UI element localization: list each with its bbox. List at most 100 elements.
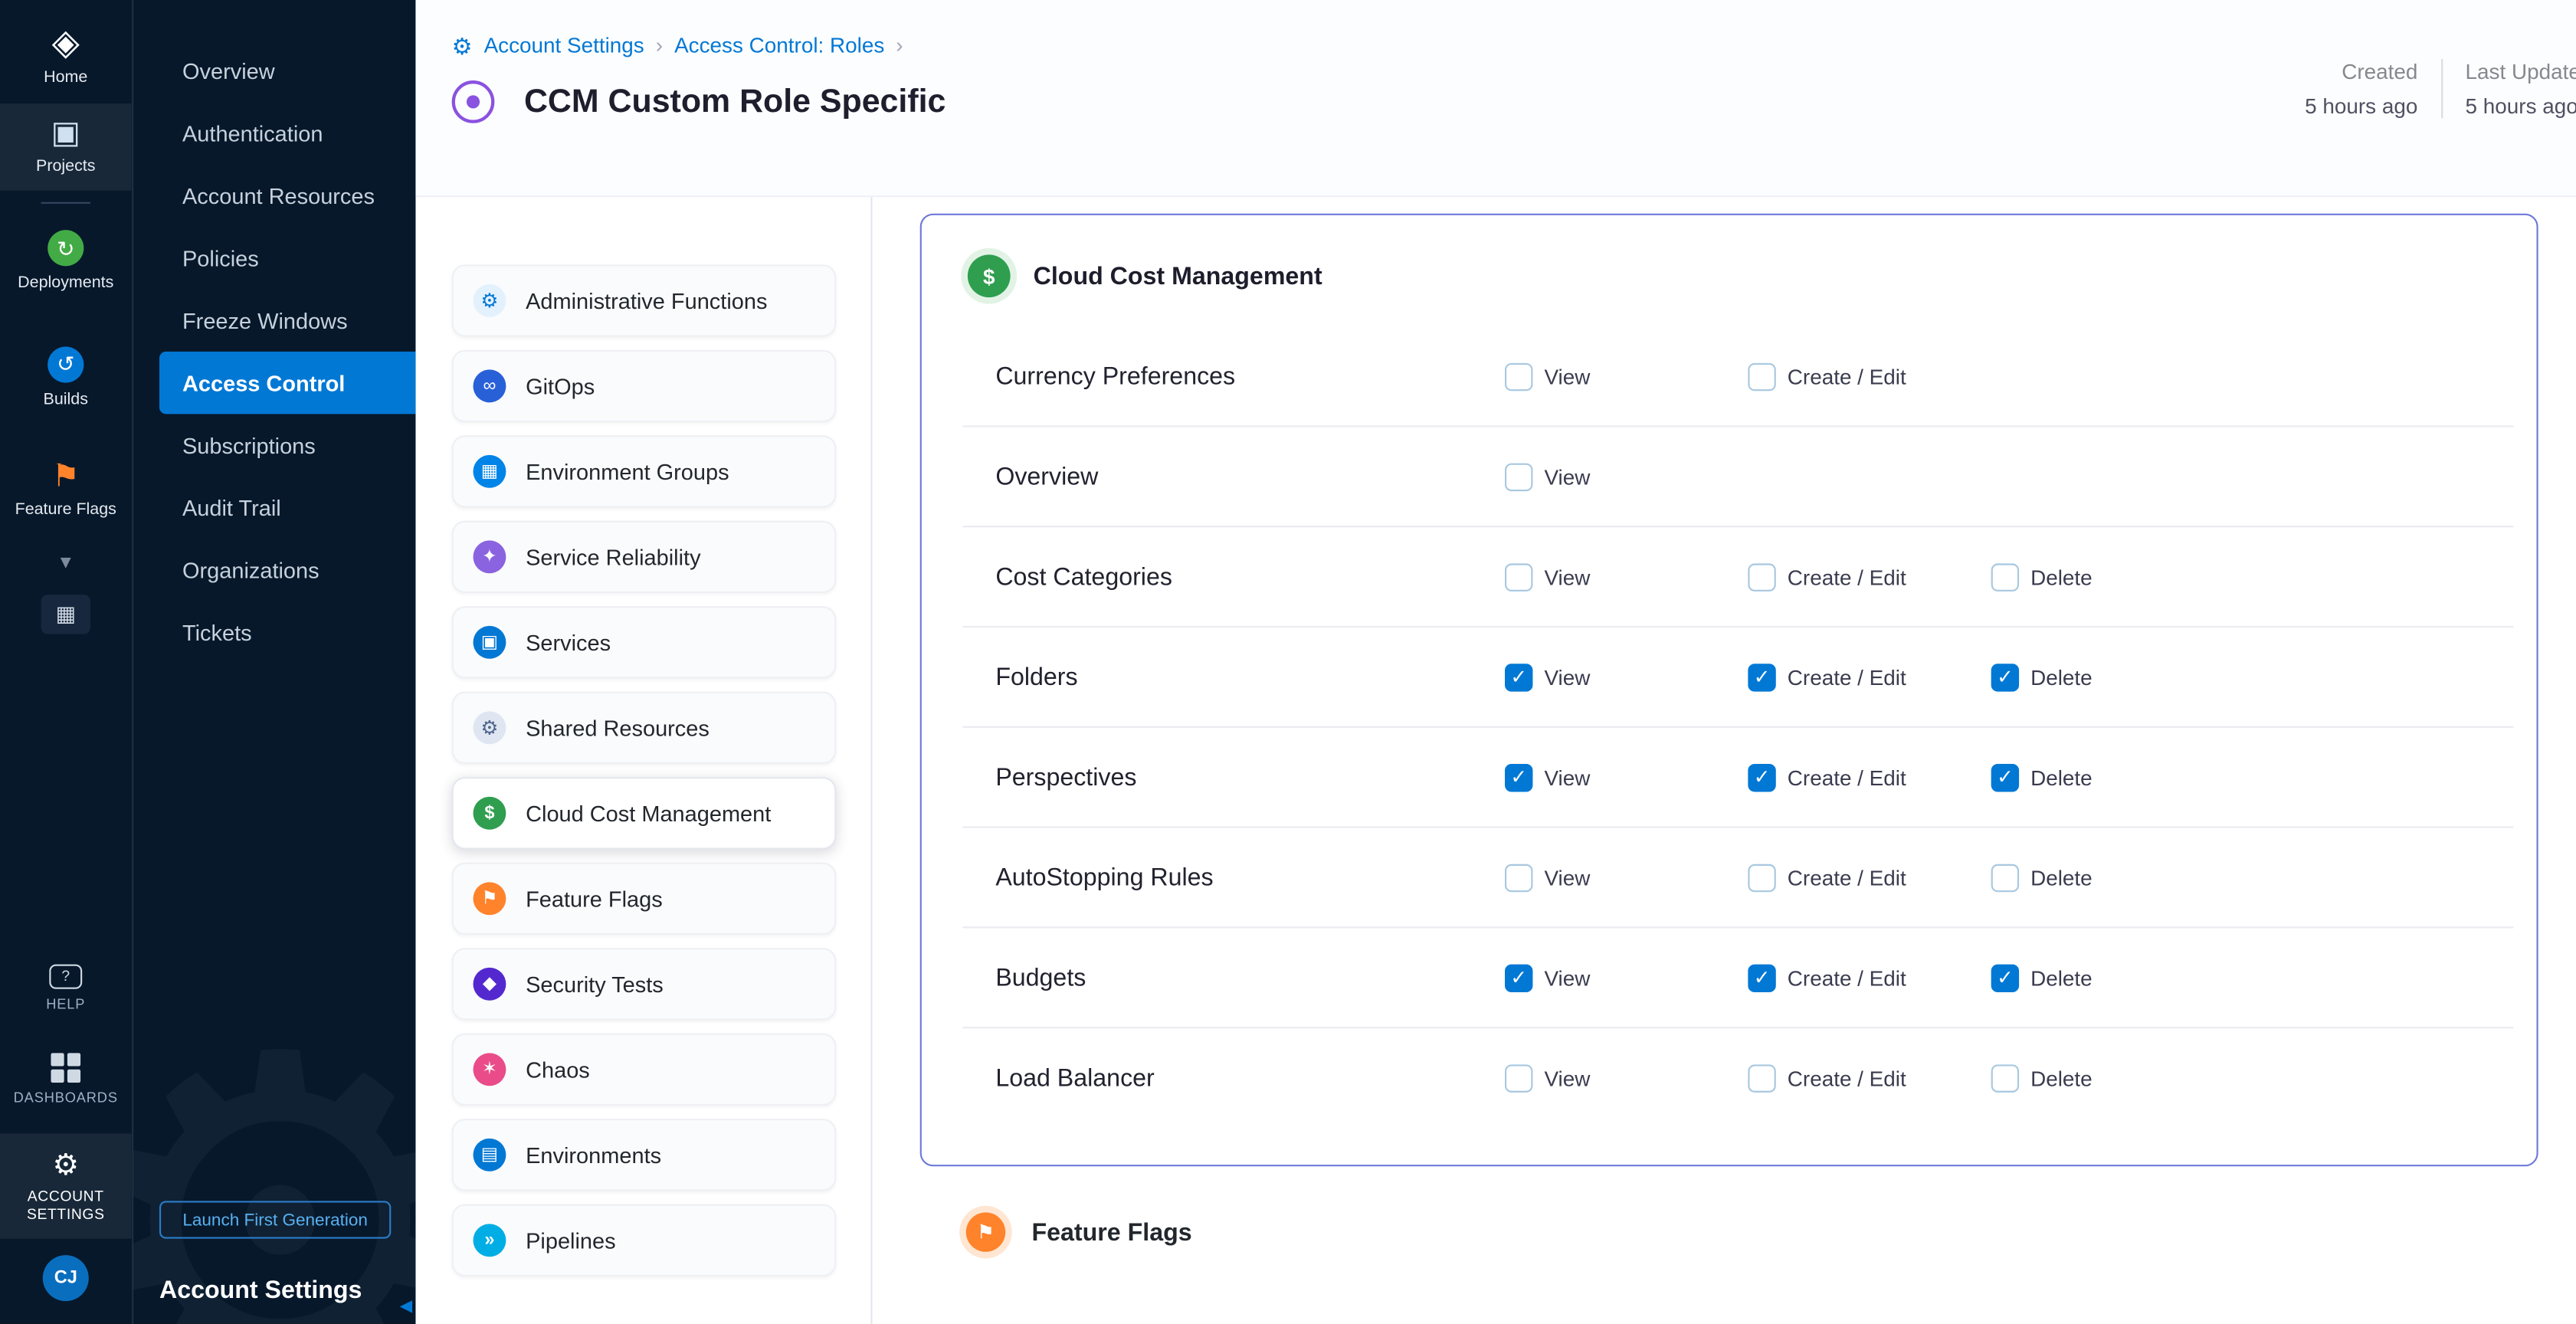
resource-label: Chaos	[526, 1057, 590, 1082]
delete-checkbox[interactable]	[1991, 964, 2019, 991]
deployments-icon: ↻	[48, 230, 84, 266]
resource-label: GitOps	[526, 374, 595, 398]
resource-card-environments[interactable]: ▤ Environments	[452, 1119, 837, 1191]
nav-feature-flags[interactable]: ⚑ Feature Flags	[0, 447, 132, 535]
delete-checkbox[interactable]	[1991, 763, 2019, 791]
delete-checkbox[interactable]	[1991, 1064, 2019, 1092]
create-edit-checkbox[interactable]	[1748, 362, 1775, 390]
checkbox-label: Delete	[2030, 865, 2093, 890]
permission-cell: Create / Edit	[1748, 864, 1991, 891]
main-content: ⚙ Account Settings › Access Control: Rol…	[415, 0, 2575, 1324]
feature-flags-icon: ⚑	[966, 1212, 1005, 1251]
resource-card-service-reliability[interactable]: ✦ Service Reliability	[452, 521, 837, 593]
delete-checkbox[interactable]	[1991, 562, 2019, 590]
card-title: Cloud Cost Management	[1034, 262, 1322, 290]
delete-checkbox[interactable]	[1991, 663, 2019, 690]
nav-builds[interactable]: ↺ Builds	[0, 331, 132, 424]
nav-deployments[interactable]: ↻ Deployments	[0, 215, 132, 308]
created-block: Created 5 hours ago	[2305, 59, 2417, 118]
resource-card-services[interactable]: ▣ Services	[452, 606, 837, 678]
module-nav-rail: ◈ Home ▣ Projects ↻ Deployments ↺ Builds…	[0, 0, 133, 1324]
view-checkbox[interactable]	[1505, 964, 1532, 991]
user-avatar[interactable]: CJ	[43, 1255, 89, 1301]
environment-groups-icon: ▦	[474, 455, 506, 488]
resource-label: Administrative Functions	[526, 288, 767, 313]
resource-card-chaos[interactable]: ✶ Chaos	[452, 1034, 837, 1106]
checkbox-label: View	[1544, 965, 1590, 990]
settings-menu: Overview Authentication Account Resource…	[133, 0, 416, 664]
resource-card-cloud-cost-management[interactable]: $ Cloud Cost Management	[452, 777, 837, 849]
created-value: 5 hours ago	[2305, 93, 2417, 118]
page-header: ⚙ Account Settings › Access Control: Rol…	[415, 0, 2575, 197]
sidebar-item-policies[interactable]: Policies	[159, 227, 415, 289]
view-checkbox[interactable]	[1505, 763, 1532, 791]
last-updated-block: Last Updated 5 hours ago	[2466, 59, 2576, 118]
title-row: CCM Custom Role Specific	[452, 80, 2576, 123]
view-checkbox[interactable]	[1505, 663, 1532, 690]
checkbox-label: Delete	[2030, 1067, 2093, 1091]
create-edit-checkbox[interactable]	[1748, 1064, 1775, 1092]
sidebar-item-tickets[interactable]: Tickets	[159, 601, 415, 664]
breadcrumb-roles-link[interactable]: Access Control: Roles	[674, 33, 884, 57]
launch-first-generation-button[interactable]: Launch First Generation	[159, 1201, 391, 1238]
checkbox-label: View	[1544, 564, 1590, 588]
nav-feature-flags-label: Feature Flags	[15, 501, 116, 520]
permission-resource-label: Load Balancer	[995, 1064, 1505, 1092]
permission-cell: Create / Edit	[1748, 362, 1991, 390]
checkbox-label: Create / Edit	[1788, 1067, 1906, 1091]
sidebar-item-organizations[interactable]: Organizations	[159, 539, 415, 601]
breadcrumb-separator-icon: ›	[896, 33, 903, 57]
nav-account-settings[interactable]: ⚙ ACCOUNT SETTINGS	[0, 1134, 132, 1239]
view-checkbox[interactable]	[1505, 362, 1532, 390]
chaos-icon: ✶	[474, 1053, 506, 1086]
resource-label: Pipelines	[526, 1228, 615, 1253]
nav-dashboards[interactable]: DASHBOARDS	[0, 1037, 132, 1121]
resource-card-feature-flags[interactable]: ⚑ Feature Flags	[452, 863, 837, 935]
delete-checkbox[interactable]	[1991, 864, 2019, 891]
view-checkbox[interactable]	[1505, 562, 1532, 590]
sidebar-item-overview[interactable]: Overview	[159, 39, 415, 101]
nav-help[interactable]: ? HELP	[0, 949, 132, 1027]
resource-card-environment-groups[interactable]: ▦ Environment Groups	[452, 435, 837, 507]
dashboards-icon	[51, 1052, 80, 1082]
create-edit-checkbox[interactable]	[1748, 663, 1775, 690]
nav-deployments-label: Deployments	[18, 274, 113, 293]
cloud-cost-management-permissions-card: $ Cloud Cost Management Currency Prefere…	[920, 214, 2538, 1167]
resource-card-gitops[interactable]: ∞ GitOps	[452, 350, 837, 422]
module-grid-icon[interactable]: ▦	[41, 594, 90, 633]
permission-cell: Create / Edit	[1748, 763, 1991, 791]
nav-home[interactable]: ◈ Home	[0, 10, 132, 103]
sidebar-item-audit-trail[interactable]: Audit Trail	[159, 477, 415, 539]
resource-card-pipelines[interactable]: » Pipelines	[452, 1204, 837, 1276]
view-checkbox[interactable]	[1505, 864, 1532, 891]
resource-card-administrative-functions[interactable]: ⚙ Administrative Functions	[452, 264, 837, 336]
collapse-sidebar-icon[interactable]: ◀	[400, 1298, 413, 1316]
app-root: ◈ Home ▣ Projects ↻ Deployments ↺ Builds…	[0, 0, 2576, 1324]
create-edit-checkbox[interactable]	[1748, 562, 1775, 590]
created-label: Created	[2342, 59, 2417, 84]
nav-projects[interactable]: ▣ Projects	[0, 103, 132, 191]
create-edit-checkbox[interactable]	[1748, 864, 1775, 891]
section-title: Feature Flags	[1031, 1218, 1191, 1246]
sidebar-item-account-resources[interactable]: Account Resources	[159, 164, 415, 226]
create-edit-checkbox[interactable]	[1748, 763, 1775, 791]
checkbox-label: View	[1544, 364, 1590, 388]
view-checkbox[interactable]	[1505, 1064, 1532, 1092]
sidebar-item-access-control[interactable]: Access Control	[159, 352, 415, 414]
resource-label: Services	[526, 630, 611, 654]
permission-cell: View	[1505, 964, 1748, 991]
resource-card-shared-resources[interactable]: ⚙ Shared Resources	[452, 692, 837, 764]
sidebar-item-authentication[interactable]: Authentication	[159, 102, 415, 164]
checkbox-label: Delete	[2030, 965, 2093, 990]
feature-flags-section-header: ⚑ Feature Flags	[920, 1212, 2538, 1251]
gear-watermark-icon: ⚙	[133, 995, 416, 1324]
nav-home-label: Home	[44, 69, 87, 88]
view-checkbox[interactable]	[1505, 463, 1532, 490]
sidebar-item-subscriptions[interactable]: Subscriptions	[159, 414, 415, 476]
resource-card-security-tests[interactable]: ◆ Security Tests	[452, 948, 837, 1020]
resource-label: Service Reliability	[526, 545, 700, 569]
chevron-down-icon[interactable]: ▾	[61, 548, 71, 574]
sidebar-item-freeze-windows[interactable]: Freeze Windows	[159, 289, 415, 351]
create-edit-checkbox[interactable]	[1748, 964, 1775, 991]
breadcrumb-account-settings-link[interactable]: Account Settings	[484, 33, 644, 57]
